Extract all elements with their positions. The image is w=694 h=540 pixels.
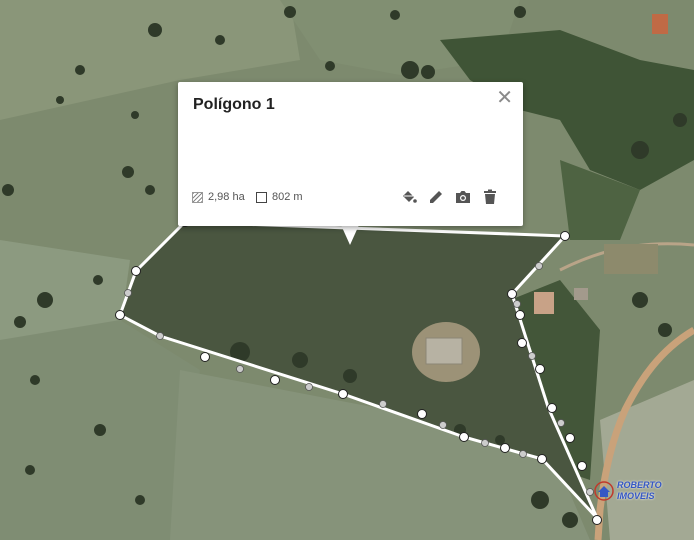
vertex-handle[interactable] <box>515 310 525 320</box>
vertex-handle[interactable] <box>270 375 280 385</box>
vertex-handle[interactable] <box>131 266 141 276</box>
watermark-line1: ROBERTO <box>617 480 662 490</box>
vertex-handle[interactable] <box>517 338 527 348</box>
vertex-handle[interactable] <box>535 364 545 374</box>
vertex-handle[interactable] <box>507 289 517 299</box>
structure <box>425 337 463 365</box>
trash-icon[interactable] <box>481 188 499 206</box>
perimeter-value: 802 m <box>272 191 303 203</box>
area-hatch-icon <box>192 191 203 203</box>
vertex-handle[interactable] <box>592 515 602 525</box>
camera-icon[interactable] <box>454 188 472 206</box>
midpoint-handle[interactable] <box>481 439 489 447</box>
pencil-icon[interactable] <box>427 188 445 206</box>
midpoint-handle[interactable] <box>528 352 536 360</box>
popup-toolbar <box>400 188 499 206</box>
roof-building-top <box>652 14 668 34</box>
vertex-handle[interactable] <box>338 389 348 399</box>
vertex-handle[interactable] <box>547 403 557 413</box>
roof-building-mid <box>534 292 554 314</box>
polygon-info-popup: Polígono 1 ✕ 2,98 ha 802 m <box>178 82 523 226</box>
vertex-handle[interactable] <box>459 432 469 442</box>
midpoint-handle[interactable] <box>557 419 565 427</box>
area-value: 2,98 ha <box>208 191 245 203</box>
roof-building-small <box>574 288 588 300</box>
watermark-line2: IMOVEIS <box>617 491 655 501</box>
paint-bucket-icon[interactable] <box>400 188 418 206</box>
vertex-handle[interactable] <box>565 433 575 443</box>
popup-pointer <box>341 225 359 245</box>
midpoint-handle[interactable] <box>305 383 313 391</box>
vertex-handle[interactable] <box>500 443 510 453</box>
satellite-map[interactable] <box>0 0 694 540</box>
midpoint-handle[interactable] <box>535 262 543 270</box>
vertex-handle[interactable] <box>115 310 125 320</box>
vertex-handle[interactable] <box>200 352 210 362</box>
vertex-handle[interactable] <box>537 454 547 464</box>
midpoint-handle[interactable] <box>519 450 527 458</box>
perimeter-measure: 802 m <box>256 191 303 203</box>
vertex-handle[interactable] <box>417 409 427 419</box>
brand-watermark: ROBERTO IMOVEIS <box>593 480 662 502</box>
area-measure: 2,98 ha <box>192 191 245 203</box>
close-icon[interactable]: ✕ <box>496 88 513 108</box>
square-outline-icon <box>256 191 267 203</box>
midpoint-handle[interactable] <box>439 421 447 429</box>
watermark-text: ROBERTO IMOVEIS <box>617 480 662 502</box>
vertex-handle[interactable] <box>560 231 570 241</box>
house-logo-icon <box>594 481 614 501</box>
vertex-handle[interactable] <box>577 461 587 471</box>
midpoint-handle[interactable] <box>513 300 521 308</box>
midpoint-handle[interactable] <box>379 400 387 408</box>
midpoint-handle[interactable] <box>236 365 244 373</box>
midpoint-handle[interactable] <box>124 289 132 297</box>
popup-title: Polígono 1 <box>193 96 275 113</box>
yard <box>604 244 658 274</box>
midpoint-handle[interactable] <box>156 332 164 340</box>
